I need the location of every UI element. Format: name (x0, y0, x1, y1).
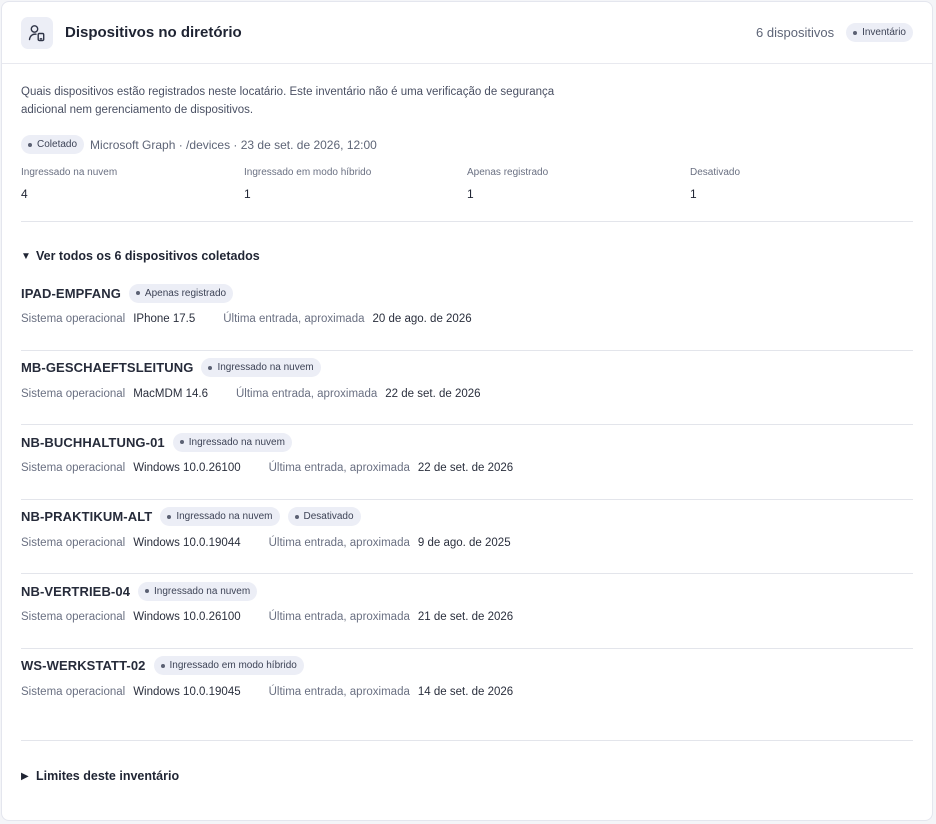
last-signin-label: Última entrada, aproximada (268, 685, 410, 698)
stat-value: 1 (690, 187, 697, 201)
stat-label: Ingressado na nuvem (21, 167, 118, 178)
devices-toggle-label: Ver todos os 6 dispositivos coletados (36, 249, 260, 263)
os-value: Windows 10.0.19045 (133, 685, 241, 698)
os-value: Windows 10.0.19044 (133, 536, 241, 549)
last-signin-value: 21 de set. de 2026 (417, 611, 514, 623)
triangle-right-icon: ▶ (21, 770, 29, 782)
last-signin-label: Última entrada, aproximada (223, 313, 365, 325)
os-label: Sistema operacional (21, 611, 126, 623)
stat-disabled: Desativado 1 (690, 167, 913, 201)
description: Quais dispositivos estão registrados nes… (21, 86, 555, 116)
limits-toggle-label: Limites deste inventário (36, 769, 180, 783)
last-signin-label: Última entrada, aproximada (268, 611, 410, 623)
stat-value: 4 (21, 187, 28, 201)
stat-cloud-joined: Ingressado na nuvem 4 (21, 167, 244, 201)
dot-icon (135, 291, 140, 295)
dot-icon (179, 440, 184, 444)
last-signin-value: 9 de ago. de 2025 (417, 536, 511, 549)
last-signin-label: Última entrada, aproximada (235, 387, 378, 400)
os-value: MacMDM 14.6 (133, 387, 208, 400)
stat-label: Apenas registrado (467, 167, 549, 178)
status-badge: Ingressado na nuvem (160, 507, 280, 526)
status-badge: Desativado (287, 507, 361, 526)
last-signin-label: Última entrada, aproximada (268, 462, 410, 474)
status-badge: Ingressado na nuvem (172, 432, 292, 452)
device-name: IPAD-EMPFANG (21, 285, 121, 301)
limits-toggle[interactable]: ▶ Limites deste inventário (21, 769, 913, 783)
stat-hybrid-joined: Ingressado em modo híbrido 1 (244, 167, 467, 201)
stat-value: 1 (244, 187, 251, 201)
device-row: NB-PRAKTIKUM-ALT Ingressado na nuvem Desat… (21, 500, 913, 574)
os-label: Sistema operacional (21, 536, 126, 549)
dot-icon (160, 663, 165, 668)
os-label: Sistema operacional (21, 387, 126, 400)
device-list: IPAD-EMPFANG Apenas registrado Sistema ope… (21, 276, 913, 723)
triangle-down-icon: ▼ (21, 250, 31, 262)
status-badge: Ingressado na nuvem (201, 358, 321, 377)
dot-icon (208, 365, 213, 370)
dot-icon (294, 514, 299, 519)
device-row: MB-GESCHAEFTSLEITUNG Ingressado na nuvem S… (21, 351, 913, 425)
card-header: Dispositivos no diretório 6 dispositivos… (2, 2, 932, 64)
dot-icon (853, 30, 858, 35)
os-label: Sistema operacional (21, 462, 126, 474)
status-badge: Apenas registrado (128, 283, 234, 303)
stat-registered-only: Apenas registrado 1 (467, 167, 690, 201)
device-row: IPAD-EMPFANG Apenas registrado Sistema ope… (21, 276, 913, 351)
dot-icon (28, 142, 32, 147)
devices-toggle[interactable]: ▼ Ver todos os 6 dispositivos coletados (21, 249, 913, 263)
divider (21, 740, 913, 741)
status-badge: Ingressado em modo híbrido (153, 656, 304, 675)
device-count: 6 dispositivos (756, 25, 835, 40)
device-name: NB-BUCHHALTUNG-01 (21, 434, 165, 450)
dot-icon (145, 589, 150, 593)
dot-icon (167, 514, 172, 519)
last-signin-value: 22 de set. de 2026 (385, 387, 481, 400)
device-row: WS-WERKSTATT-02 Ingressado em modo híbrid… (21, 649, 913, 724)
stats-row: Ingressado na nuvem 4 Ingressado em modo… (21, 167, 913, 201)
user-device-icon (21, 16, 53, 49)
status-badge: Ingressado na nuvem (138, 581, 258, 601)
inventory-badge: Inventário (846, 23, 913, 42)
collected-badge: Coletado (21, 135, 85, 154)
stat-value: 1 (467, 187, 474, 201)
stat-label: Desativado (690, 167, 741, 178)
os-value: IPhone 17.5 (133, 313, 196, 325)
os-value: Windows 10.0.26100 (133, 611, 241, 623)
device-name: NB-VERTRIEB-04 (21, 583, 131, 599)
divider (21, 221, 913, 222)
devices-card: Dispositivos no diretório 6 dispositivos… (1, 1, 933, 821)
source-text: Microsoft Graph · /devices · 23 de set. … (90, 137, 377, 152)
os-label: Sistema operacional (21, 685, 126, 698)
page-title: Dispositivos no diretório (65, 24, 242, 41)
stat-label: Ingressado em modo híbrido (244, 167, 372, 178)
last-signin-label: Última entrada, aproximada (268, 536, 410, 549)
source-row: Coletado Microsoft Graph · /devices · 23… (21, 135, 913, 154)
last-signin-value: 14 de set. de 2026 (417, 685, 514, 698)
device-row: NB-BUCHHALTUNG-01 Ingressado na nuvem Sist… (21, 425, 913, 500)
device-name: MB-GESCHAEFTSLEITUNG (21, 360, 194, 375)
os-value: Windows 10.0.26100 (133, 462, 241, 474)
last-signin-value: 22 de set. de 2026 (417, 462, 514, 474)
device-name: NB-PRAKTIKUM-ALT (21, 509, 153, 524)
device-name: WS-WERKSTATT-02 (21, 658, 146, 673)
device-row: NB-VERTRIEB-04 Ingressado na nuvem Sistema… (21, 574, 913, 649)
last-signin-value: 20 de ago. de 2026 (372, 313, 472, 325)
os-label: Sistema operacional (21, 313, 126, 325)
